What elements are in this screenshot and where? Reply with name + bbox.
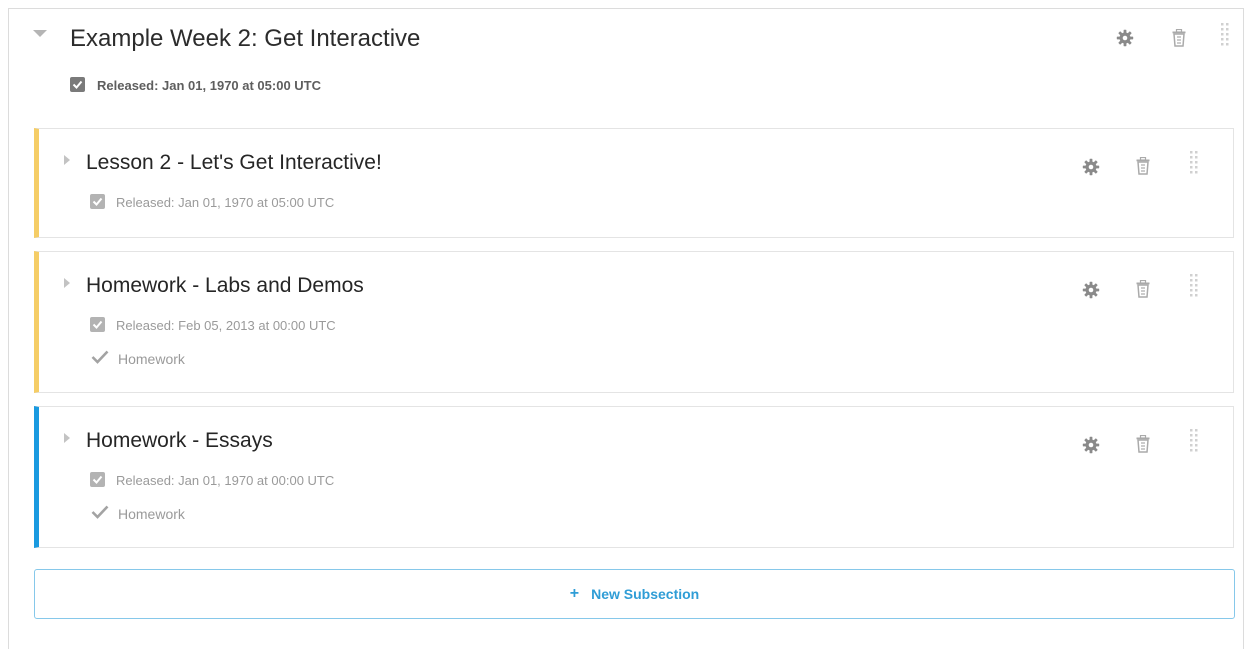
- trash-icon[interactable]: [1135, 280, 1151, 298]
- release-checkbox-icon: [90, 472, 105, 487]
- section-title[interactable]: Example Week 2: Get Interactive: [70, 25, 420, 53]
- release-checkbox-icon: [70, 77, 85, 92]
- new-subsection-button[interactable]: + New Subsection: [34, 569, 1235, 619]
- release-checkbox-icon: [90, 194, 105, 209]
- release-checkbox-icon: [90, 317, 105, 332]
- gear-icon[interactable]: [1082, 158, 1100, 176]
- drag-handle-icon[interactable]: [1189, 150, 1199, 178]
- trash-icon[interactable]: [1135, 157, 1151, 175]
- subsection-lesson-2[interactable]: Lesson 2 - Let's Get Interactive! Releas…: [34, 128, 1234, 238]
- subsection-essays[interactable]: Homework - Essays Released: Jan 01, 1970…: [34, 406, 1234, 548]
- checkmark-icon: [91, 505, 109, 519]
- drag-handle-icon[interactable]: [1220, 22, 1230, 50]
- expand-toggle-icon[interactable]: [64, 433, 70, 443]
- subsection-title[interactable]: Lesson 2 - Let's Get Interactive!: [86, 151, 382, 175]
- drag-handle-icon[interactable]: [1189, 428, 1199, 456]
- expand-toggle-icon[interactable]: [64, 278, 70, 288]
- drag-handle-icon[interactable]: [1189, 273, 1199, 301]
- gear-icon[interactable]: [1116, 29, 1134, 47]
- collapse-toggle-icon[interactable]: [33, 30, 47, 37]
- gear-icon[interactable]: [1082, 281, 1100, 299]
- trash-icon[interactable]: [1171, 29, 1187, 47]
- trash-icon[interactable]: [1135, 435, 1151, 453]
- gear-icon[interactable]: [1082, 436, 1100, 454]
- subsection-labs-and-demos[interactable]: Homework - Labs and Demos Released: Feb …: [34, 251, 1234, 393]
- plus-icon: +: [569, 585, 580, 602]
- subsection-release-status: Released: Feb 05, 2013 at 00:00 UTC: [116, 318, 336, 333]
- subsection-release-status: Released: Jan 01, 1970 at 00:00 UTC: [116, 473, 335, 488]
- grading-type-label: Homework: [118, 506, 185, 522]
- section-release-status: Released: Jan 01, 1970 at 05:00 UTC: [97, 78, 322, 93]
- grading-type-label: Homework: [118, 351, 185, 367]
- checkmark-icon: [91, 350, 109, 364]
- subsection-title[interactable]: Homework - Essays: [86, 429, 273, 453]
- subsection-release-status: Released: Jan 01, 1970 at 05:00 UTC: [116, 195, 335, 210]
- subsection-title[interactable]: Homework - Labs and Demos: [86, 274, 364, 298]
- expand-toggle-icon[interactable]: [64, 155, 70, 165]
- new-subsection-label: New Subsection: [591, 586, 700, 602]
